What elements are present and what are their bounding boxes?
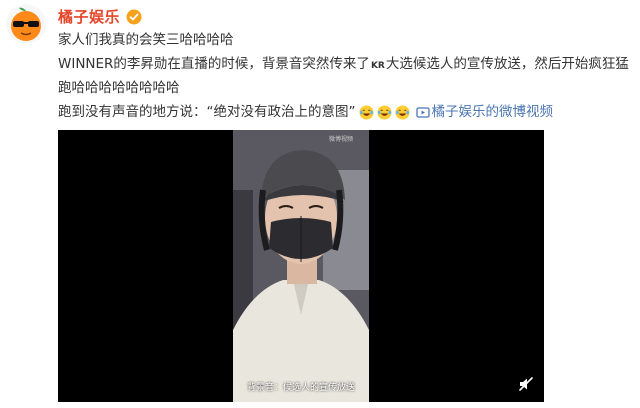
post-quote-text: 跑到没有声音的地方说：“绝对没有政治上的意图” — [58, 104, 356, 120]
video-player[interactable]: 微博视频 背景音：候选人的宣传放送 — [58, 130, 544, 402]
laughing-tears-emoji — [394, 104, 410, 120]
post-text-line-1: 家人们我真的会笑三哈哈哈哈 — [58, 32, 234, 48]
video-subtitle: 背景音：候选人的宣传放送 — [246, 383, 355, 393]
laughing-tears-emoji — [376, 104, 392, 120]
post-text-line-2b: 大选候选人的宣传放送，然后开始疯狂猛 — [385, 56, 629, 72]
post-header: 橘子娱乐 — [58, 6, 142, 27]
post-text-line-2: WINNER的李昇勋在直播的时候，背景音突然传来了KR大选候选人的宣传放送，然后… — [58, 54, 629, 76]
post-text-line-3: 跑哈哈哈哈哈哈哈哈 — [58, 80, 180, 96]
video-frame: 微博视频 背景音：候选人的宣传放送 — [233, 130, 369, 402]
kr-text: KR — [370, 61, 385, 71]
verified-badge-icon — [126, 9, 142, 24]
video-watermark: 微博视频 — [329, 136, 354, 143]
video-link[interactable]: 橘子娱乐的微博视频 — [415, 102, 554, 122]
video-still-image — [233, 130, 369, 402]
video-link-label: 橘子娱乐的微博视频 — [431, 104, 554, 120]
post-text-line-2a: WINNER的李昇勋在直播的时候，背景音突然传来了 — [58, 56, 370, 72]
post-text-line-4: 跑到没有声音的地方说：“绝对没有政治上的意图” 橘子娱乐的微博视频 — [58, 102, 553, 122]
username[interactable]: 橘子娱乐 — [58, 6, 120, 27]
laughing-tears-emoji — [358, 104, 374, 120]
orange-with-sunglasses-icon — [11, 7, 41, 41]
video-link-icon — [415, 107, 430, 118]
mute-icon[interactable] — [518, 376, 534, 392]
avatar[interactable] — [6, 4, 46, 44]
